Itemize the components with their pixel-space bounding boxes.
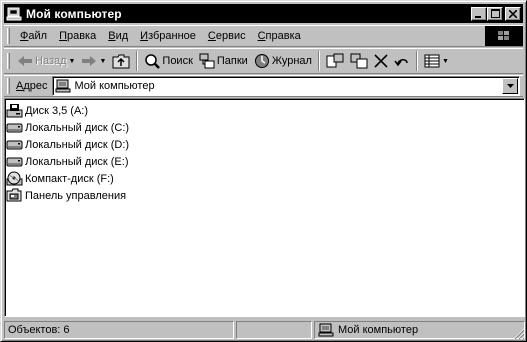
folders-icon xyxy=(199,53,215,69)
toolbar-separator xyxy=(317,51,320,71)
views-button[interactable]: ▼ xyxy=(421,50,452,72)
forward-arrow-icon xyxy=(82,56,97,66)
list-item[interactable]: Локальный диск (D:) xyxy=(6,136,129,153)
undo-button[interactable] xyxy=(391,50,413,72)
list-item[interactable]: Компакт-диск (F:) xyxy=(6,170,129,187)
hard-drive-icon xyxy=(6,140,23,150)
menu-edit[interactable]: Правка xyxy=(53,30,102,42)
minimize-button[interactable] xyxy=(471,6,487,21)
address-bar: Адрес Мой компьютер xyxy=(4,75,523,97)
drive-label: Локальный диск (D:) xyxy=(25,138,130,151)
drive-label: Компакт-диск (F:) xyxy=(25,172,114,185)
back-dropdown-icon[interactable]: ▼ xyxy=(69,58,76,65)
addressbar-grip[interactable] xyxy=(7,78,10,94)
copy-to-button[interactable] xyxy=(347,50,371,72)
windows-logo xyxy=(485,26,523,46)
menu-view[interactable]: Вид xyxy=(102,30,134,42)
address-input[interactable]: Мой компьютер xyxy=(51,76,520,96)
file-list-pane[interactable]: Диск 3,5 (A:) Локальный диск (C:) Локаль… xyxy=(4,98,525,317)
drive-list: Диск 3,5 (A:) Локальный диск (C:) Локаль… xyxy=(6,102,129,204)
windows-flag-icon xyxy=(498,31,509,40)
move-to-icon xyxy=(326,53,344,68)
list-item[interactable]: Панель управления xyxy=(6,187,129,204)
menu-file[interactable]: Файл xyxy=(14,30,53,42)
cd-drive-icon xyxy=(6,171,23,186)
drive-label: Локальный диск (C:) xyxy=(25,121,130,134)
list-item[interactable]: Локальный диск (C:) xyxy=(6,119,129,136)
move-to-button[interactable] xyxy=(323,50,347,72)
menu-tools[interactable]: Сервис xyxy=(202,30,252,42)
resize-grip-icon[interactable] xyxy=(513,328,525,340)
minimize-icon xyxy=(475,15,481,18)
my-computer-icon xyxy=(318,323,334,337)
status-bar: Объектов: 6 Мой компьютер xyxy=(4,320,525,340)
list-item[interactable]: Локальный диск (E:) xyxy=(6,153,129,170)
status-empty-panel xyxy=(236,321,312,339)
folders-button[interactable]: Папки xyxy=(196,50,251,72)
address-dropdown-button[interactable] xyxy=(502,78,518,94)
toolbar-separator xyxy=(136,51,139,71)
control-panel-icon xyxy=(6,188,22,202)
back-button[interactable]: Назад ▼ xyxy=(14,50,78,72)
hard-drive-icon xyxy=(6,123,23,133)
drive-label: Панель управления xyxy=(25,189,127,202)
views-icon xyxy=(424,54,440,68)
back-arrow-icon xyxy=(18,56,32,66)
history-button[interactable]: Журнал xyxy=(251,50,315,72)
close-button[interactable] xyxy=(505,6,521,21)
standard-toolbar: Назад ▼ ▼ Поиск Папки Журнал ▼ xyxy=(4,48,523,74)
status-location: Мой компьютер xyxy=(338,324,419,336)
maximize-icon xyxy=(490,9,500,18)
hard-drive-icon xyxy=(6,157,23,167)
toolbar-grip[interactable] xyxy=(7,53,10,69)
title-bar[interactable]: Мой компьютер xyxy=(4,4,523,23)
up-folder-icon xyxy=(112,54,130,69)
my-computer-icon xyxy=(6,7,22,20)
menu-favorites[interactable]: Избранное xyxy=(134,30,202,42)
status-objects-panel: Объектов: 6 xyxy=(4,321,234,339)
search-button[interactable]: Поиск xyxy=(141,50,195,72)
window-title: Мой компьютер xyxy=(26,6,122,21)
toolbar-separator xyxy=(415,51,418,71)
my-computer-icon xyxy=(55,79,70,93)
copy-to-icon xyxy=(350,53,368,69)
list-item[interactable]: Диск 3,5 (A:) xyxy=(6,102,129,119)
status-objects: Объектов: 6 xyxy=(8,324,70,336)
close-icon xyxy=(509,9,517,18)
delete-icon xyxy=(374,54,388,68)
address-value: Мой компьютер xyxy=(74,80,155,92)
drive-label: Диск 3,5 (A:) xyxy=(25,104,89,117)
address-label: Адрес xyxy=(16,80,48,92)
maximize-button[interactable] xyxy=(487,6,503,21)
search-icon xyxy=(145,54,161,69)
chevron-down-icon xyxy=(506,84,514,88)
menu-help[interactable]: Справка xyxy=(252,30,307,42)
status-location-panel: Мой компьютер xyxy=(314,321,525,339)
forward-dropdown-icon[interactable]: ▼ xyxy=(99,58,106,65)
history-icon xyxy=(254,54,269,68)
views-dropdown-icon[interactable]: ▼ xyxy=(442,58,449,65)
floppy-drive-icon xyxy=(6,104,23,118)
up-folder-button[interactable] xyxy=(109,50,133,72)
undo-icon xyxy=(394,59,408,67)
explorer-window: Мой компьютер Файл Правка Вид Избранное … xyxy=(0,0,527,342)
delete-button[interactable] xyxy=(371,50,391,72)
drive-label: Локальный диск (E:) xyxy=(25,155,129,168)
menubar-grip[interactable] xyxy=(7,28,10,44)
forward-button[interactable]: ▼ xyxy=(78,50,109,72)
menu-bar: Файл Правка Вид Избранное Сервис Справка xyxy=(4,25,523,47)
